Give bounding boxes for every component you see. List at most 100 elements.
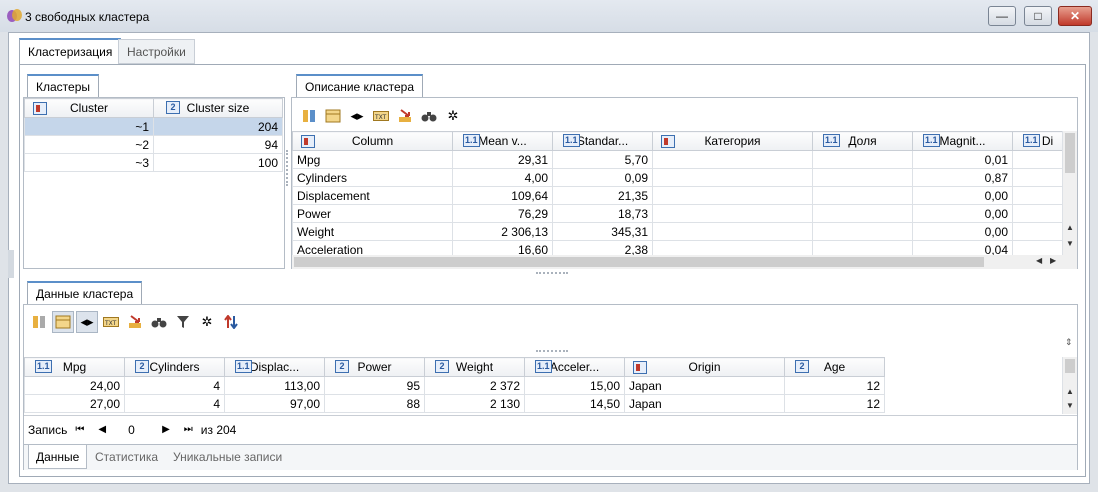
settings-icon[interactable]: ✲ — [196, 311, 218, 333]
collapse-toggle-icon[interactable]: ⇕ — [1065, 337, 1073, 348]
data-vertical-scrollbar[interactable]: ▲ ▼ — [1062, 357, 1077, 414]
table-row[interactable]: 24,00 4 113,00 95 2 372 15,00 Japan 12 — [24, 376, 885, 395]
next-record-icon[interactable]: ▶ — [162, 424, 170, 435]
description-table: Column 1.1 Mean v... 1.1 Standar... Катего… — [292, 131, 1062, 255]
cell: 29,31 — [452, 150, 553, 169]
column-header-cluster[interactable]: Cluster — [24, 98, 154, 118]
table-row[interactable]: ~2 94 — [24, 135, 283, 154]
binoculars-icon[interactable] — [148, 311, 170, 333]
column-header-cluster-size[interactable]: 2 Cluster size — [153, 98, 283, 118]
scroll-thumb[interactable] — [1065, 359, 1075, 373]
column-header[interactable]: 2 Age — [784, 357, 885, 377]
column-header-label: Displac... — [249, 360, 300, 374]
cell: 0,04 — [912, 240, 1013, 255]
last-record-icon[interactable]: ⏭ — [184, 424, 193, 435]
filter-icon[interactable] — [172, 311, 194, 333]
data-panel: ◂▸ TXT ✲ ⇕ 1.1 Mpg 2 Cylinders 1.1 Displac...… — [23, 304, 1078, 470]
description-horizontal-scrollbar[interactable]: ◀ ▶ — [292, 255, 1077, 269]
table-row[interactable]: Power 76,29 18,73 0,00 — [292, 204, 1062, 223]
table-row[interactable]: Weight 2 306,13 345,31 0,00 — [292, 222, 1062, 241]
column-header-label: Magnit... — [939, 134, 986, 148]
scroll-right-icon[interactable]: ▶ — [1050, 256, 1056, 265]
minimize-button[interactable]: — — [988, 6, 1016, 26]
tab-statistics[interactable]: Статистика — [88, 445, 165, 469]
table-icon[interactable] — [322, 105, 344, 127]
cell: Mpg — [292, 150, 453, 169]
column-header[interactable]: 2 Power — [324, 357, 425, 377]
tab-settings[interactable]: Настройки — [118, 39, 195, 64]
cell: 24,00 — [24, 376, 125, 395]
maximize-button[interactable]: □ — [1024, 6, 1052, 26]
vertical-splitter[interactable] — [286, 150, 289, 186]
table-row[interactable]: Displacement 109,64 21,35 0,00 — [292, 186, 1062, 205]
table-row[interactable]: Cylinders 4,00 0,09 0,87 — [292, 168, 1062, 187]
table-row[interactable]: 27,00 4 97,00 88 2 130 14,50 Japan 12 — [24, 394, 885, 413]
column-header-magnitude[interactable]: 1.1 Magnit... — [912, 131, 1013, 151]
cell — [812, 222, 913, 241]
first-record-icon[interactable]: ⏮ — [75, 424, 84, 435]
sort-icon[interactable] — [220, 311, 242, 333]
tab-cluster-description[interactable]: Описание кластера — [296, 74, 423, 98]
description-vertical-scrollbar[interactable]: ▲ ▼ — [1062, 131, 1077, 255]
column-header[interactable]: 1.1 Acceler... — [524, 357, 625, 377]
cell: 109,64 — [452, 186, 553, 205]
text-icon[interactable]: TXT — [100, 311, 122, 333]
cell — [812, 168, 913, 187]
table-row[interactable]: Acceleration 16,60 2,38 0,04 — [292, 240, 1062, 255]
column-header-mean[interactable]: 1.1 Mean v... — [452, 131, 553, 151]
column-header[interactable]: 1.1 Mpg — [24, 357, 125, 377]
category-type-icon — [33, 102, 47, 117]
text-icon[interactable]: TXT — [370, 105, 392, 127]
cell — [812, 150, 913, 169]
scroll-down-icon[interactable]: ▼ — [1066, 239, 1074, 248]
record-number-input[interactable]: 0 — [128, 423, 152, 437]
column-header[interactable]: 2 Cylinders — [124, 357, 225, 377]
fit-width-icon[interactable]: ◂▸ — [76, 311, 98, 333]
toolbar-splitter[interactable] — [536, 350, 568, 353]
scroll-thumb[interactable] — [1065, 133, 1075, 173]
export-icon[interactable] — [124, 311, 146, 333]
binoculars-icon[interactable] — [418, 105, 440, 127]
scroll-left-icon[interactable]: ◀ — [1036, 256, 1042, 265]
cell: 18,73 — [552, 204, 653, 223]
side-panel-grip[interactable] — [8, 250, 14, 278]
column-header[interactable]: Origin — [624, 357, 785, 377]
tab-unique-records[interactable]: Уникальные записи — [166, 445, 289, 469]
column-header[interactable]: 2 Weight — [424, 357, 525, 377]
column-header-label: Cluster — [69, 101, 108, 115]
scroll-thumb[interactable] — [294, 257, 984, 267]
tab-clustering[interactable]: Кластеризация — [19, 38, 122, 65]
column-header-di[interactable]: 1.1 Di — [1012, 131, 1062, 151]
cell: 0,01 — [912, 150, 1013, 169]
horizontal-splitter[interactable] — [536, 272, 568, 275]
fit-width-icon[interactable]: ◂▸ — [346, 105, 368, 127]
scroll-up-icon[interactable]: ▲ — [1066, 223, 1074, 232]
scroll-up-icon[interactable]: ▲ — [1066, 387, 1074, 396]
table-row[interactable]: ~1 204 — [24, 117, 283, 136]
settings-icon[interactable]: ✲ — [442, 105, 464, 127]
column-header-share[interactable]: 1.1 Доля — [812, 131, 913, 151]
cell: 97,00 — [224, 394, 325, 413]
svg-text:TXT: TXT — [104, 320, 117, 327]
prev-record-icon[interactable]: ◀ — [98, 424, 106, 435]
tab-data[interactable]: Данные — [28, 445, 88, 469]
table-row[interactable]: Mpg 29,31 5,70 0,01 — [292, 150, 1062, 169]
export-icon[interactable] — [394, 105, 416, 127]
tab-clusters[interactable]: Кластеры — [27, 74, 99, 98]
column-header-column[interactable]: Column — [292, 131, 453, 151]
table-icon[interactable] — [52, 311, 74, 333]
column-header[interactable]: 1.1 Displac... — [224, 357, 325, 377]
cell — [1012, 240, 1062, 255]
columns-icon[interactable] — [298, 105, 320, 127]
close-button[interactable]: ✕ — [1058, 6, 1092, 26]
table-row[interactable]: ~3 100 — [24, 153, 283, 172]
columns-icon[interactable] — [28, 311, 50, 333]
column-header-std[interactable]: 1.1 Standar... — [552, 131, 653, 151]
cell: 2 130 — [424, 394, 525, 413]
cell — [652, 204, 813, 223]
column-header-category[interactable]: Категория — [652, 131, 813, 151]
cell: 0,00 — [912, 186, 1013, 205]
scroll-down-icon[interactable]: ▼ — [1066, 401, 1074, 410]
record-total: из 204 — [200, 422, 237, 437]
tab-cluster-data[interactable]: Данные кластера — [27, 281, 143, 305]
